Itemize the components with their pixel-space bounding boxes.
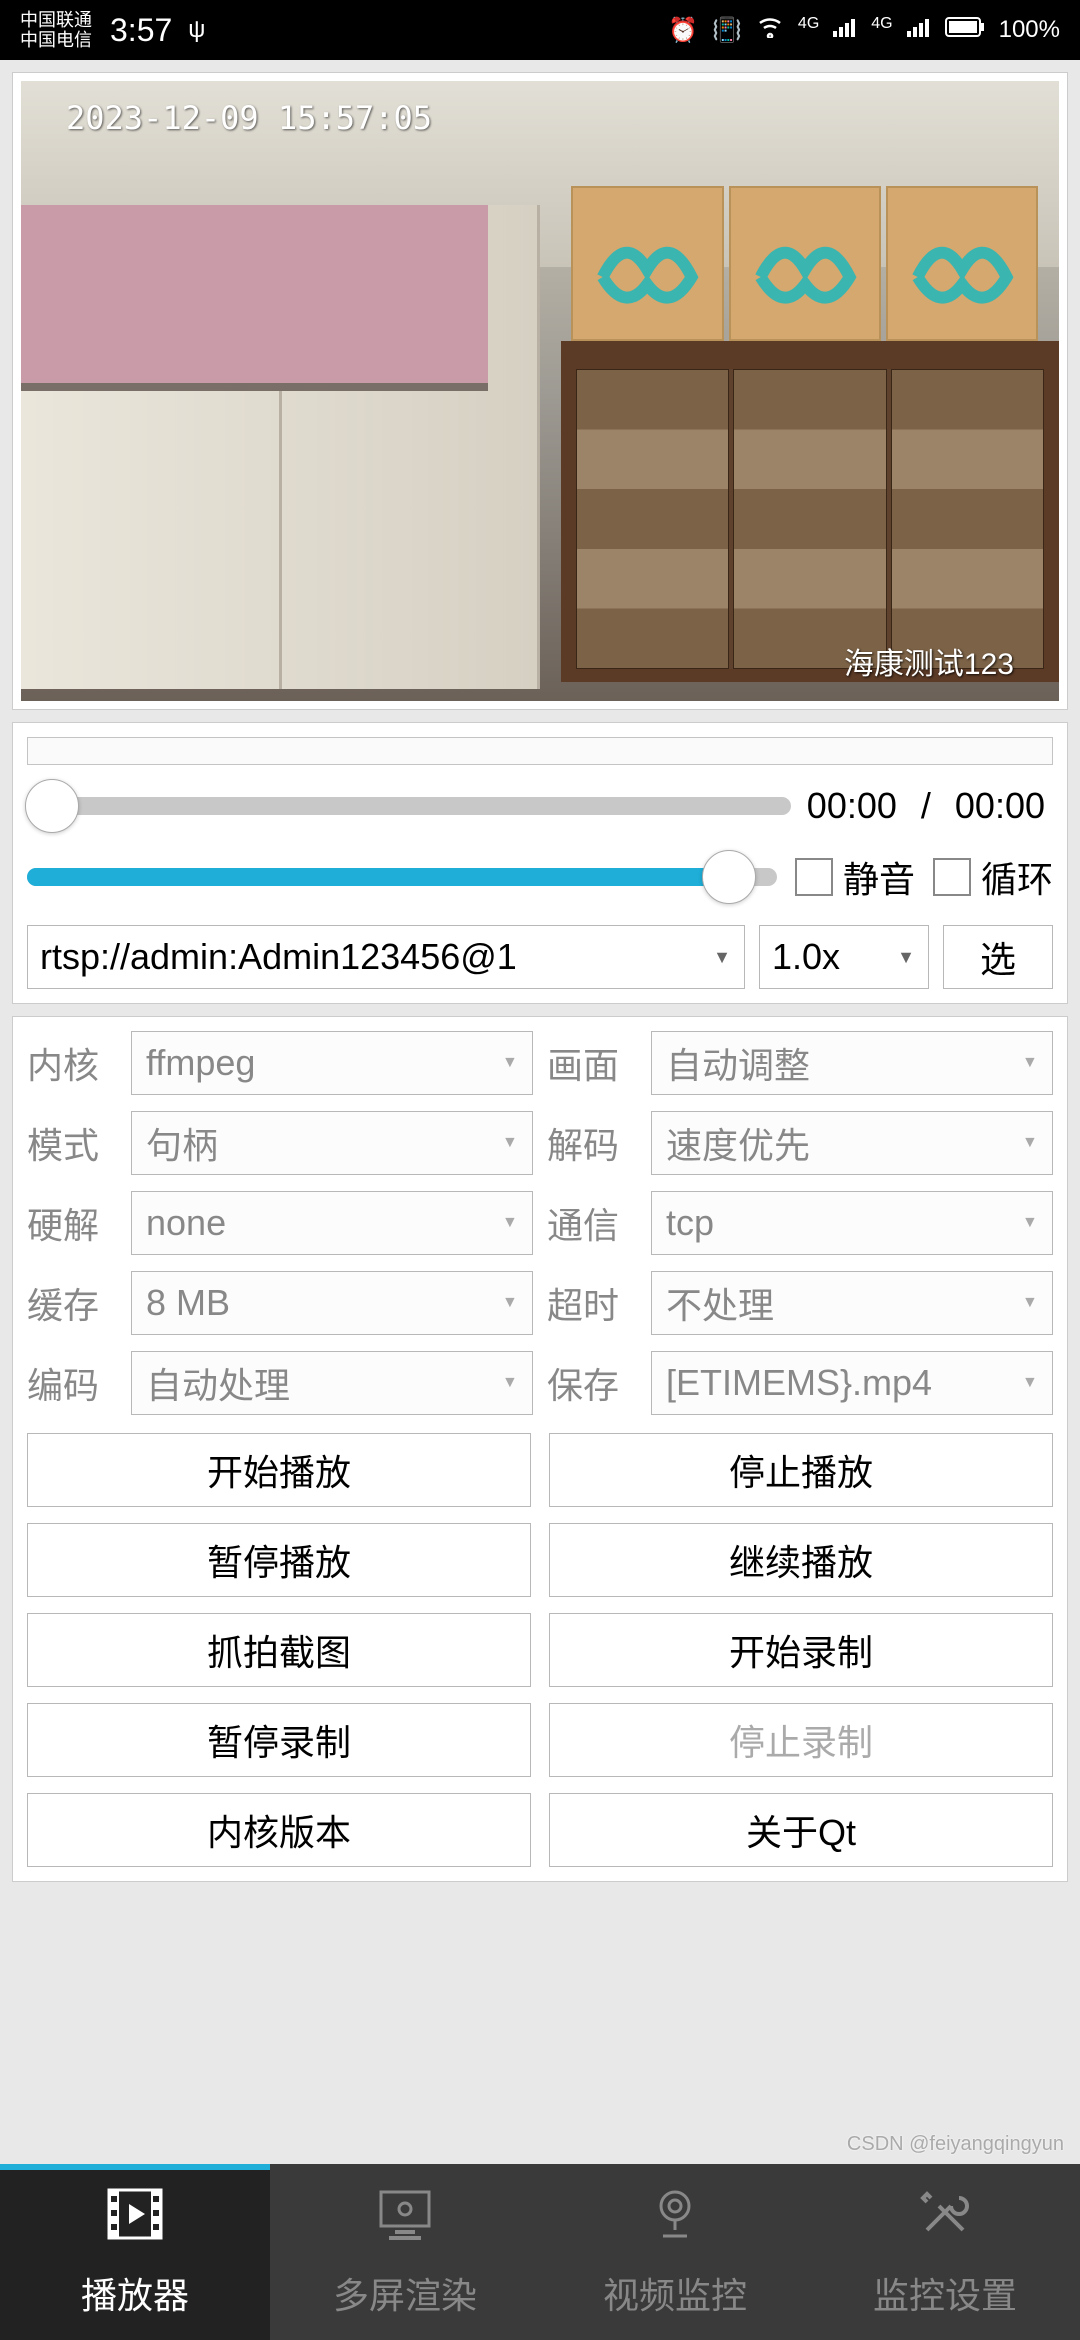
- battery-icon: [945, 16, 985, 44]
- tab-label: 监控设置: [873, 2267, 1017, 2319]
- tab-label: 多屏渲染: [333, 2267, 477, 2319]
- vibrate-icon: 📳: [712, 16, 742, 45]
- tab-label: 播放器: [81, 2267, 189, 2319]
- comm-combo[interactable]: tcp▼: [651, 1191, 1053, 1255]
- kernel-version-button[interactable]: 内核版本: [27, 1793, 531, 1867]
- tab-config[interactable]: 监控设置: [810, 2164, 1080, 2340]
- decode-combo[interactable]: 速度优先▼: [651, 1111, 1053, 1175]
- play-button[interactable]: 开始播放: [27, 1433, 531, 1507]
- tools-icon: [915, 2186, 975, 2255]
- camera-icon: [645, 2186, 705, 2255]
- status-bar: 中国联通 中国电信 3:57 ψ ⏰ 📳 4G 4G 100%: [0, 0, 1080, 60]
- chevron-down-icon: ▼: [708, 947, 744, 968]
- settings-panel: 内核 ffmpeg▼ 画面 自动调整▼ 模式 句柄▼ 解码 速度优先▼ 硬解 n…: [12, 1016, 1068, 1882]
- mode-combo[interactable]: 句柄▼: [131, 1111, 533, 1175]
- about-qt-button[interactable]: 关于Qt: [549, 1793, 1053, 1867]
- label-screen: 画面: [547, 1037, 637, 1089]
- chevron-down-icon: ▼: [502, 1134, 532, 1152]
- net-4g-1: 4G: [798, 15, 819, 33]
- label-encode: 编码: [27, 1357, 117, 1409]
- label-mode: 模式: [27, 1117, 117, 1169]
- wifi-icon: [756, 16, 784, 45]
- video-panel: 2023-12-09 15:57:05 海康测试123: [12, 72, 1068, 710]
- pause-button[interactable]: 暂停播放: [27, 1523, 531, 1597]
- clock: 3:57: [110, 12, 172, 49]
- chevron-down-icon: ▼: [1022, 1374, 1052, 1392]
- encode-combo[interactable]: 自动处理▼: [131, 1351, 533, 1415]
- speed-combo[interactable]: 1.0x ▼: [759, 925, 929, 989]
- screen-combo[interactable]: 自动调整▼: [651, 1031, 1053, 1095]
- chevron-down-icon: ▼: [1022, 1214, 1052, 1232]
- hw-combo[interactable]: none▼: [131, 1191, 533, 1255]
- chevron-down-icon: ▼: [502, 1054, 532, 1072]
- csdn-watermark: CSDN @feiyangqingyun: [847, 2133, 1064, 2156]
- video-timestamp: 2023-12-09 15:57:05: [66, 99, 432, 137]
- alarm-icon: ⏰: [668, 16, 698, 45]
- seek-thumb[interactable]: [25, 779, 79, 833]
- stop-button[interactable]: 停止播放: [549, 1433, 1053, 1507]
- record-start-button[interactable]: 开始录制: [549, 1613, 1053, 1687]
- video-feed[interactable]: 2023-12-09 15:57:05 海康测试123: [21, 81, 1059, 701]
- chevron-down-icon: ▼: [1022, 1134, 1052, 1152]
- label-decode: 解码: [547, 1117, 637, 1169]
- label-kernel: 内核: [27, 1037, 117, 1089]
- record-stop-button[interactable]: 停止录制: [549, 1703, 1053, 1777]
- time-current: 00:00: [799, 785, 905, 827]
- tab-bar: 播放器 多屏渲染 视频监控 监控设置: [0, 2164, 1080, 2340]
- signal-2-icon: [907, 16, 931, 44]
- label-comm: 通信: [547, 1197, 637, 1249]
- tab-monitor[interactable]: 视频监控: [540, 2164, 810, 2340]
- tab-multi[interactable]: 多屏渲染: [270, 2164, 540, 2340]
- carrier-2: 中国电信: [20, 30, 92, 50]
- video-watermark: 海康测试123: [844, 639, 1014, 683]
- seek-slider[interactable]: [27, 797, 791, 815]
- snapshot-button[interactable]: 抓拍截图: [27, 1613, 531, 1687]
- signal-1-icon: [833, 16, 857, 44]
- chevron-down-icon: ▼: [892, 947, 928, 968]
- volume-slider[interactable]: [27, 868, 777, 886]
- loop-checkbox[interactable]: 循环: [933, 851, 1053, 903]
- buffer-bar[interactable]: [27, 737, 1053, 765]
- chevron-down-icon: ▼: [502, 1374, 532, 1392]
- monitor-icon: [375, 2186, 435, 2255]
- label-hw: 硬解: [27, 1197, 117, 1249]
- battery-percent: 100%: [999, 16, 1060, 44]
- url-combo[interactable]: rtsp://admin:Admin123456@1 ▼: [27, 925, 745, 989]
- label-timeout: 超时: [547, 1277, 637, 1329]
- net-4g-2: 4G: [871, 15, 892, 33]
- chevron-down-icon: ▼: [1022, 1054, 1052, 1072]
- timeout-combo[interactable]: 不处理▼: [651, 1271, 1053, 1335]
- chevron-down-icon: ▼: [502, 1294, 532, 1312]
- kernel-combo[interactable]: ffmpeg▼: [131, 1031, 533, 1095]
- save-combo[interactable]: [ETIMEMS}.mp4▼: [651, 1351, 1053, 1415]
- resume-button[interactable]: 继续播放: [549, 1523, 1053, 1597]
- choose-button[interactable]: 选: [943, 925, 1053, 989]
- time-separator: /: [913, 785, 939, 827]
- player-icon: [105, 2186, 165, 2255]
- record-pause-button[interactable]: 暂停录制: [27, 1703, 531, 1777]
- chevron-down-icon: ▼: [1022, 1294, 1052, 1312]
- usb-icon: ψ: [188, 16, 205, 44]
- volume-thumb[interactable]: [702, 850, 756, 904]
- cache-combo[interactable]: 8 MB▼: [131, 1271, 533, 1335]
- mute-checkbox[interactable]: 静音: [795, 851, 915, 903]
- chevron-down-icon: ▼: [502, 1214, 532, 1232]
- tab-label: 视频监控: [603, 2267, 747, 2319]
- control-panel: 00:00 / 00:00 静音 循环 rtsp://admin:Admin12…: [12, 722, 1068, 1004]
- label-cache: 缓存: [27, 1277, 117, 1329]
- carrier-1: 中国联通: [20, 10, 92, 30]
- time-total: 00:00: [947, 785, 1053, 827]
- label-save: 保存: [547, 1357, 637, 1409]
- tab-player[interactable]: 播放器: [0, 2164, 270, 2340]
